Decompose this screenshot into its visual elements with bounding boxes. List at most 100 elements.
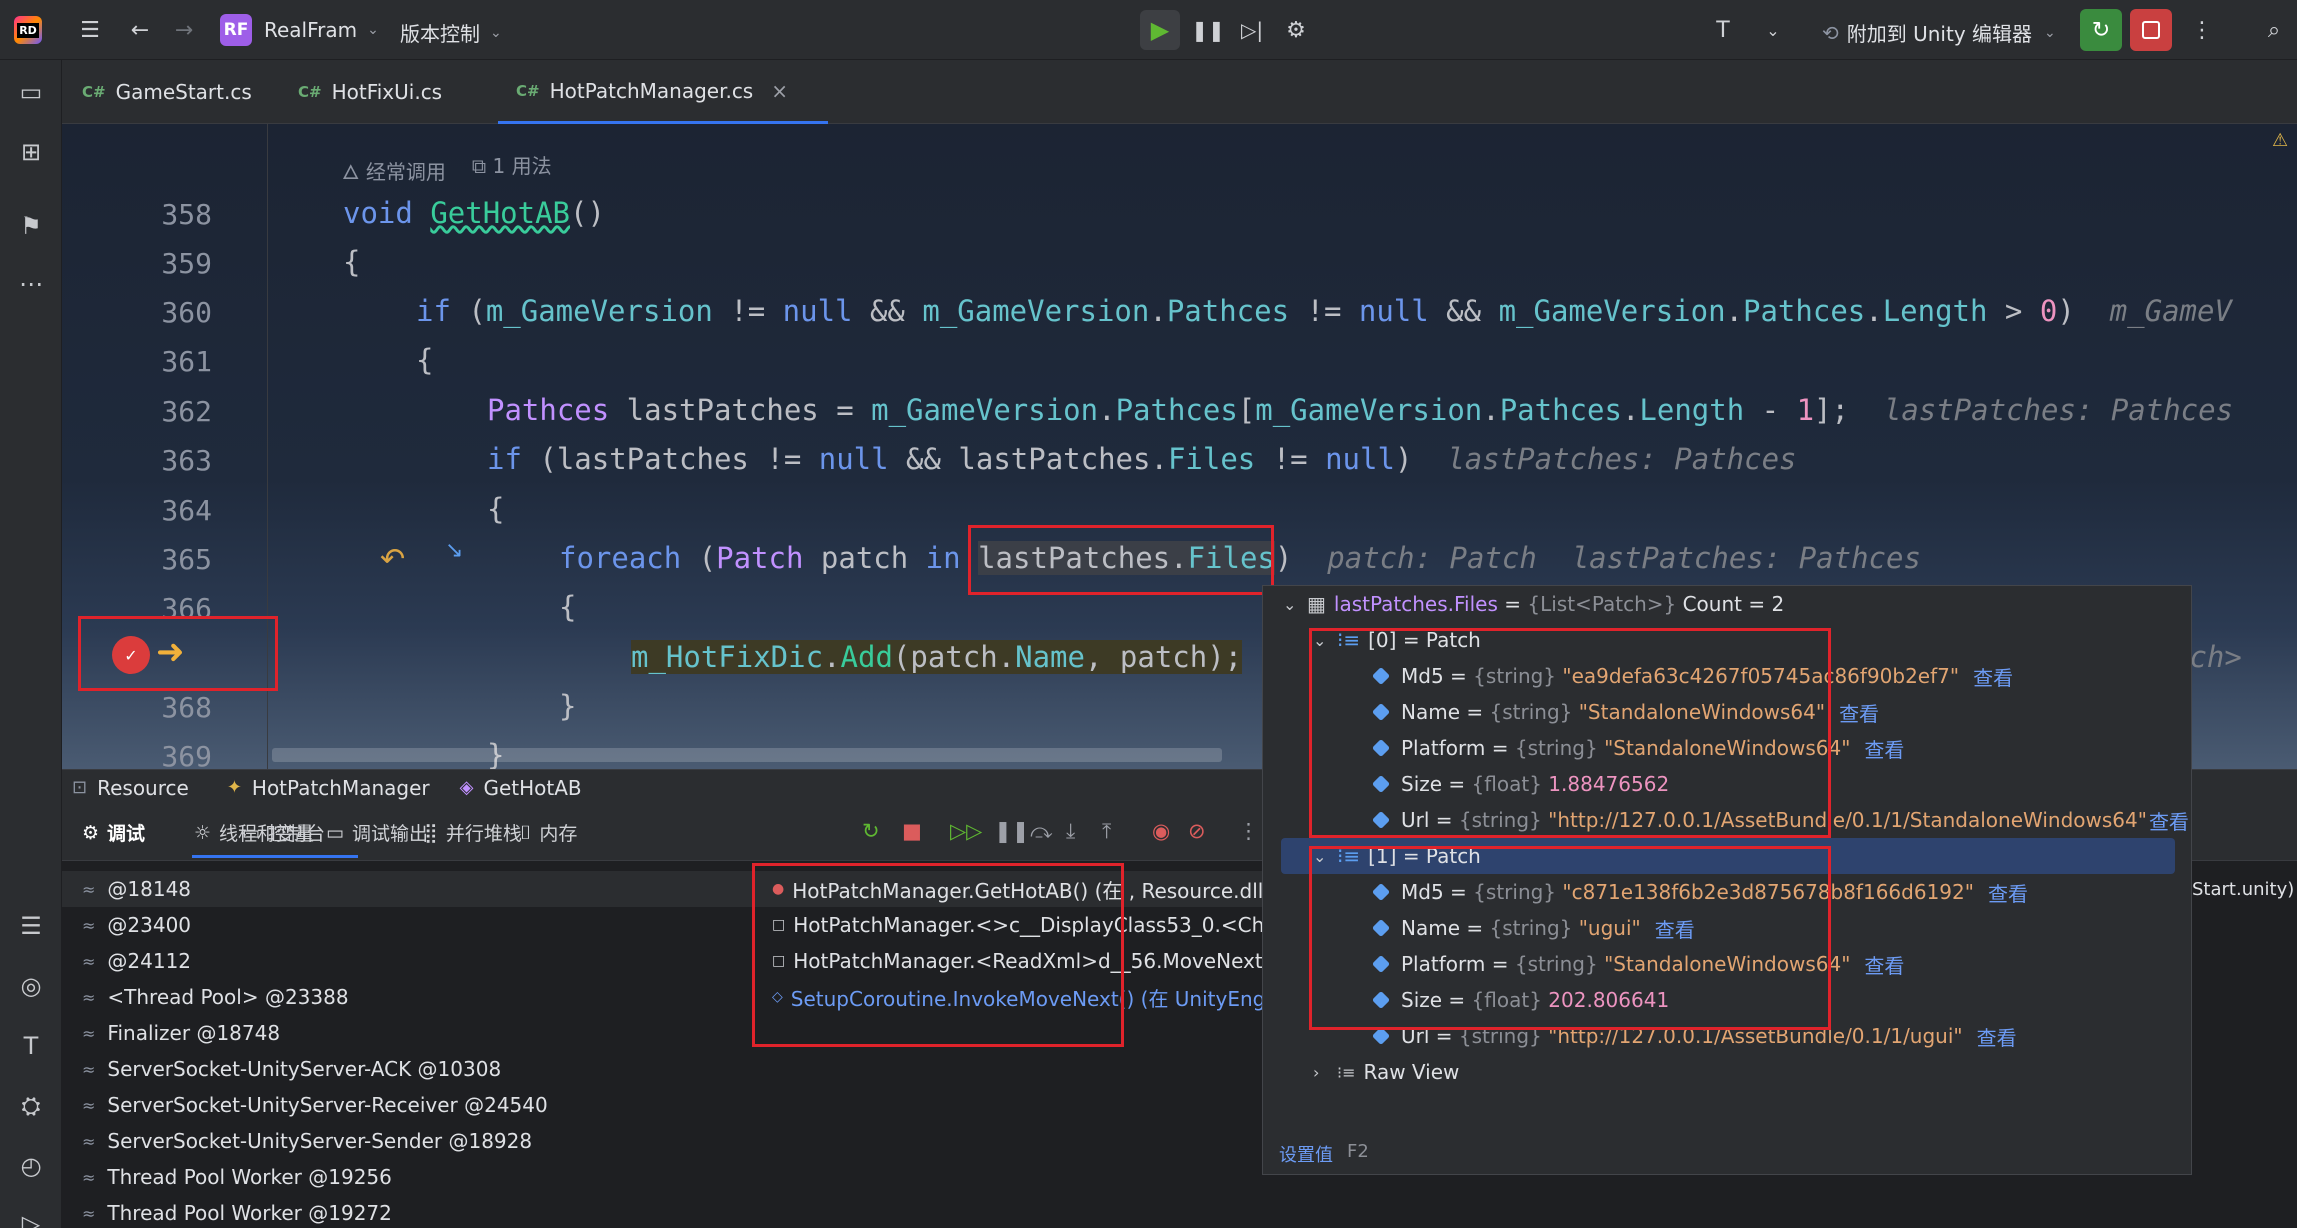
call-stack-frames: ● HotPatchManager.GetHotAB() (在 , Resourc…	[752, 861, 1262, 1228]
rerun-icon[interactable]: ↻	[2080, 9, 2122, 51]
popup-footer: 设置值 F2	[1279, 1141, 1369, 1167]
close-icon[interactable]: ×	[771, 79, 788, 103]
code-line-362: Pathces lastPatches = m_GameVersion.Path…	[487, 393, 2234, 427]
stop-icon[interactable]: ■	[902, 819, 922, 843]
thread-item[interactable]: ≈ ServerSocket-UnityServer-Receiver @2454…	[82, 1087, 548, 1123]
breadcrumb-item[interactable]: GetHotAB	[483, 776, 581, 800]
resume-icon[interactable]: ▷▷	[950, 819, 982, 843]
build-icon[interactable]: T	[1705, 12, 1741, 48]
breadcrumb-item[interactable]: Resource	[97, 776, 189, 800]
line-number: 368	[161, 691, 212, 724]
code-line-363: if (lastPatches != null && lastPatches.F…	[487, 442, 1797, 476]
external-link-icon: ⧉	[471, 154, 487, 178]
build-icon[interactable]: T	[15, 1030, 47, 1062]
folder-icon[interactable]: ▭	[15, 76, 47, 108]
services-icon[interactable]: ◎	[15, 970, 47, 1002]
rerun-icon[interactable]: ↻	[862, 819, 880, 843]
raw-view-row[interactable]: › ⁝≡ Raw View	[1263, 1054, 2191, 1090]
profiler-icon[interactable]: ◴	[15, 1150, 47, 1182]
thread-item[interactable]: ≈ Thread Pool Worker @19256	[82, 1159, 392, 1195]
warning-icon[interactable]: ⚠	[2272, 130, 2288, 151]
more-icon[interactable]: ⋮	[2184, 12, 2220, 48]
thread-item[interactable]: ≈ @24112	[82, 943, 191, 979]
threads-list: ≈ @18148 ≈ @23400 ≈ @24112 ≈ <Thread Pool> @…	[62, 861, 752, 1228]
back-icon[interactable]: ←	[122, 12, 158, 48]
step-back-icon[interactable]: ↶	[380, 542, 405, 577]
flame-icon: 🜂	[342, 160, 360, 184]
chevron-down-icon: ⌄	[367, 22, 379, 38]
view-link[interactable]: 查看	[2149, 806, 2189, 835]
search-icon[interactable]: ⌕	[2256, 12, 2292, 48]
line-number: 363	[161, 444, 212, 477]
view-link[interactable]: 查看	[1839, 698, 1879, 727]
project-selector[interactable]: RF RealFram ⌄	[220, 14, 379, 46]
view-link[interactable]: 查看	[1864, 734, 1904, 763]
run-icon[interactable]: ▷	[15, 1208, 47, 1228]
debug-icon[interactable]: ⛭	[15, 1090, 47, 1122]
resume-icon[interactable]: ▶	[1140, 10, 1180, 50]
forward-icon[interactable]: →	[166, 12, 202, 48]
popup-root-row[interactable]: ⌄ ▦ lastPatches.Files = {List<Patch>} Co…	[1263, 586, 2191, 622]
evaluate-popup[interactable]: ⌄ ▦ lastPatches.Files = {List<Patch>} Co…	[1262, 585, 2192, 1175]
set-value-link[interactable]: 设置值	[1279, 1141, 1333, 1167]
thread-item[interactable]: ≈ ServerSocket-UnityServer-ACK @10308	[82, 1051, 501, 1087]
thread-icon: ≈	[82, 951, 96, 971]
more-tools-icon[interactable]: ⋯	[15, 268, 47, 300]
refs-hint[interactable]: ⧉ 1 用法	[472, 150, 552, 191]
stacks-icon: ⣿	[424, 821, 438, 844]
thread-item[interactable]: ≈ Finalizer @18748	[82, 1015, 280, 1051]
more-icon[interactable]: ⋮	[1238, 819, 1259, 843]
thread-icon: ≈	[82, 1023, 96, 1043]
thread-item[interactable]: ≈ @18148	[82, 871, 191, 907]
line-number: 360	[161, 296, 212, 329]
tab-memory[interactable]: ⌷ 内存	[520, 819, 577, 846]
tab-debug-output[interactable]: ▭ 调试输出	[326, 819, 428, 846]
list-icon[interactable]: ☰	[15, 910, 47, 942]
step-icon[interactable]: ▷|	[1234, 12, 1270, 48]
thread-item[interactable]: ≈ ServerSocket-UnityServer-Sender @18928	[82, 1123, 532, 1159]
thread-item[interactable]: ≈ @23400	[82, 907, 191, 943]
tab-gamestart[interactable]: C# GameStart.cs	[82, 60, 282, 124]
chevron-right-icon[interactable]: ›	[1313, 1063, 1337, 1082]
step-over-icon[interactable]: ⤼	[1030, 819, 1052, 844]
method-icon: ◈	[459, 777, 474, 798]
stop-icon[interactable]	[2130, 9, 2172, 51]
line-number: 365	[161, 543, 212, 576]
structure-icon[interactable]: ⊞	[15, 136, 47, 168]
debug-settings-icon[interactable]: ⚙	[1278, 12, 1314, 48]
chevron-down-icon[interactable]: ⌄	[1755, 12, 1791, 48]
thread-item[interactable]: ≈ Thread Pool Worker @19272	[82, 1195, 392, 1228]
vcs-menu[interactable]: 版本控制 ⌄	[400, 18, 502, 47]
view-link[interactable]: 查看	[1973, 662, 2013, 691]
usage-hint[interactable]: 🜂 经常调用	[342, 150, 446, 191]
step-out-icon[interactable]: ⤒	[1102, 819, 1111, 844]
step-into-icon[interactable]: ↘	[445, 538, 463, 563]
mute-breakpoints-icon[interactable]: ⊘	[1188, 819, 1206, 843]
pause-icon[interactable]: ❚❚	[1190, 12, 1226, 48]
line-number: 369	[161, 740, 212, 769]
code-line-360: if (m_GameVersion != null && m_GameVersi…	[416, 294, 2232, 328]
breadcrumb-item[interactable]: HotPatchManager	[252, 776, 430, 800]
tab-debug[interactable]: ⚙ 调试	[82, 819, 145, 846]
namespace-icon: ⊡	[72, 777, 88, 798]
code-line-364: {	[487, 492, 505, 526]
app-logo-icon[interactable]: RD	[14, 16, 42, 44]
view-link[interactable]: 查看	[1864, 950, 1904, 979]
tab-console-label[interactable]: ▭ 控制台	[242, 819, 325, 846]
tab-hotfixui[interactable]: C# HotFixUi.cs	[298, 60, 488, 124]
line-number: 359	[161, 247, 212, 280]
attach-unity-selector[interactable]: ⟲ 附加到 Unity 编辑器 ⌄	[1822, 18, 2056, 47]
view-breakpoints-icon[interactable]: ◉	[1152, 819, 1170, 843]
tab-hotpatchmanager[interactable]: C# HotPatchManager.cs ×	[498, 60, 828, 124]
pause-icon[interactable]: ❚❚	[994, 819, 1029, 843]
step-into-icon[interactable]: ⤓	[1066, 819, 1075, 844]
chevron-down-icon[interactable]: ⌄	[1283, 595, 1307, 614]
view-link[interactable]: 查看	[1988, 878, 2028, 907]
thread-item[interactable]: ≈ <Thread Pool> @23388	[82, 979, 349, 1015]
tab-parallel-stacks[interactable]: ⣿ 并行堆栈	[424, 819, 522, 846]
view-link[interactable]: 查看	[1977, 1022, 2017, 1051]
bookmark-icon[interactable]: ⚑	[15, 210, 47, 242]
horizontal-scrollbar[interactable]	[272, 748, 1222, 762]
output-icon: ▭	[326, 821, 344, 844]
main-menu-icon[interactable]: ☰	[72, 12, 108, 48]
